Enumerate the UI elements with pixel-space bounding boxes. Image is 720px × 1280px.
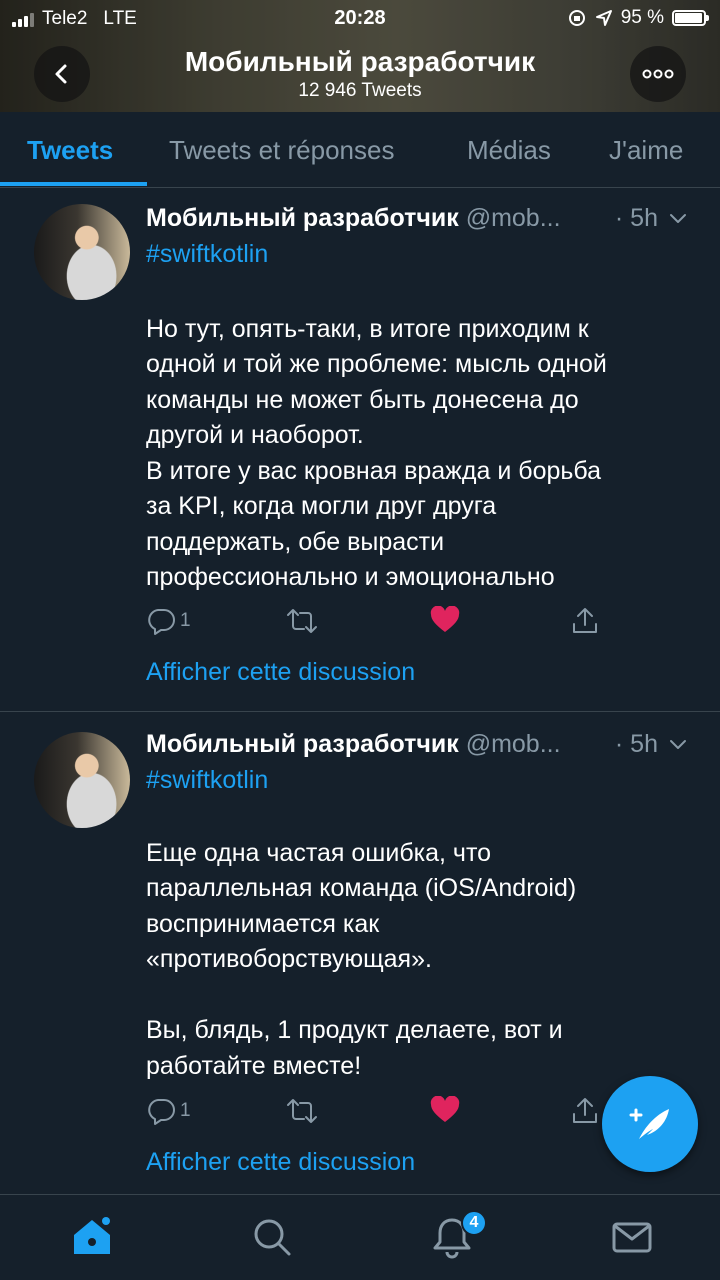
- active-tab-indicator: [0, 182, 147, 186]
- reply-icon: [148, 1099, 175, 1125]
- share-icon: [573, 1098, 597, 1123]
- hashtag-link[interactable]: #swiftkotlin: [146, 240, 268, 269]
- tweet-line: [146, 978, 686, 1014]
- reply-button[interactable]: 1: [146, 606, 191, 636]
- tweet-line: одной и той же проблеме: мысль одной: [146, 350, 607, 378]
- tweet-line: за KPI, когда могли друг друга: [146, 492, 497, 520]
- share-button[interactable]: [570, 1096, 600, 1126]
- tab-likes[interactable]: J'aime: [609, 112, 683, 188]
- search-icon[interactable]: [250, 1215, 294, 1259]
- retweet-button[interactable]: [286, 1096, 318, 1126]
- author-handle: @mob...: [465, 730, 561, 758]
- tweet-actions: 1: [146, 1096, 616, 1132]
- more-icon: [642, 69, 674, 79]
- compose-tweet-button[interactable]: [602, 1076, 698, 1172]
- tweet-time: · 5h: [614, 204, 658, 232]
- tweet-line: воспринимается как: [146, 909, 380, 938]
- reply-count: 1: [180, 1100, 191, 1121]
- tweet-line: параллельная команда (iOS/Android): [146, 874, 577, 902]
- page-title: Мобильный разработчик: [184, 46, 536, 77]
- profile-tabs: Tweets Tweets et réponses Médias J'aime: [0, 112, 720, 188]
- retweet-button[interactable]: [286, 606, 318, 636]
- tweet-time: · 5h: [614, 730, 658, 758]
- reply-count: 1: [180, 610, 191, 631]
- tweet-line: профессионально и эмоционально: [146, 563, 555, 591]
- like-button[interactable]: [430, 606, 460, 634]
- tweet-line: [146, 276, 686, 312]
- messages-icon[interactable]: [610, 1215, 654, 1259]
- tweet-line: [146, 800, 686, 836]
- heart-icon: [430, 1096, 460, 1122]
- tweet-line: Еще одна частая ошибка, что: [146, 838, 492, 867]
- like-button[interactable]: [430, 1096, 460, 1124]
- location-icon: [595, 10, 612, 26]
- share-button[interactable]: [570, 606, 600, 636]
- chevron-down-icon[interactable]: [668, 208, 688, 228]
- header-title-block: Мобильный разработчик 12 946 Tweets: [0, 46, 720, 102]
- tweet-text: Еще одна частая ошибка, что параллельная…: [146, 800, 686, 1084]
- chevron-down-icon[interactable]: [668, 734, 688, 754]
- hashtag-link[interactable]: #swiftkotlin: [146, 766, 268, 795]
- more-options-button[interactable]: [630, 46, 686, 102]
- author-name: Мобильный разработчик: [146, 730, 459, 758]
- tweet-line: команды не может быть донесена до: [146, 385, 579, 414]
- author-handle: @mob...: [465, 204, 561, 232]
- notifications-badge: 4: [461, 1210, 487, 1236]
- tweet-line: работайте вместе!: [146, 1051, 362, 1080]
- tab-tweets[interactable]: Tweets: [27, 112, 113, 188]
- tweet-text: Но тут, опять-таки, в итоге приходим к о…: [146, 276, 686, 596]
- tweet[interactable]: Мобильный разработчик @mob... · 5h #swif…: [0, 188, 720, 712]
- tweet-count: 12 946 Tweets: [298, 80, 422, 101]
- bottom-navigation: [0, 1194, 720, 1280]
- heart-icon: [430, 606, 460, 632]
- avatar[interactable]: [34, 204, 130, 300]
- battery-percent: 95 %: [620, 7, 664, 28]
- battery-icon: [672, 10, 709, 26]
- retweet-icon: [287, 1099, 317, 1123]
- tweet-line: Вы, блядь, 1 продукт делаете, вот и: [146, 1016, 563, 1044]
- status-bar: Tele2 LTE 20:28 95 %: [0, 0, 720, 38]
- tab-tweets-and-replies[interactable]: Tweets et réponses: [169, 112, 394, 188]
- tweet-author: Мобильный разработчик @mob...: [146, 730, 561, 759]
- reply-button[interactable]: 1: [146, 1096, 191, 1126]
- tweet-actions: 1: [146, 606, 616, 642]
- tweet-line: другой и наоборот.: [146, 421, 364, 449]
- home-icon[interactable]: [70, 1215, 114, 1259]
- tweet-author: Мобильный разработчик @mob...: [146, 204, 561, 233]
- tweet-line: В итоге у вас кровная вражда и борьба: [146, 456, 602, 485]
- retweet-icon: [287, 609, 317, 633]
- tweet-line: «противоборствующая».: [146, 945, 432, 973]
- tweet-line: Но тут, опять-таки, в итоге приходим к: [146, 314, 589, 343]
- share-icon: [573, 608, 597, 633]
- tweet-line: поддержать, обе вырасти: [146, 527, 445, 556]
- author-name: Мобильный разработчик: [146, 204, 459, 232]
- orientation-lock-icon: [568, 10, 585, 26]
- show-thread-link[interactable]: Afficher cette discussion: [146, 658, 415, 687]
- tab-media[interactable]: Médias: [467, 112, 551, 188]
- reply-icon: [148, 609, 175, 635]
- show-thread-link[interactable]: Afficher cette discussion: [146, 1148, 415, 1177]
- avatar[interactable]: [34, 732, 130, 828]
- compose-feather-icon: [629, 1108, 669, 1139]
